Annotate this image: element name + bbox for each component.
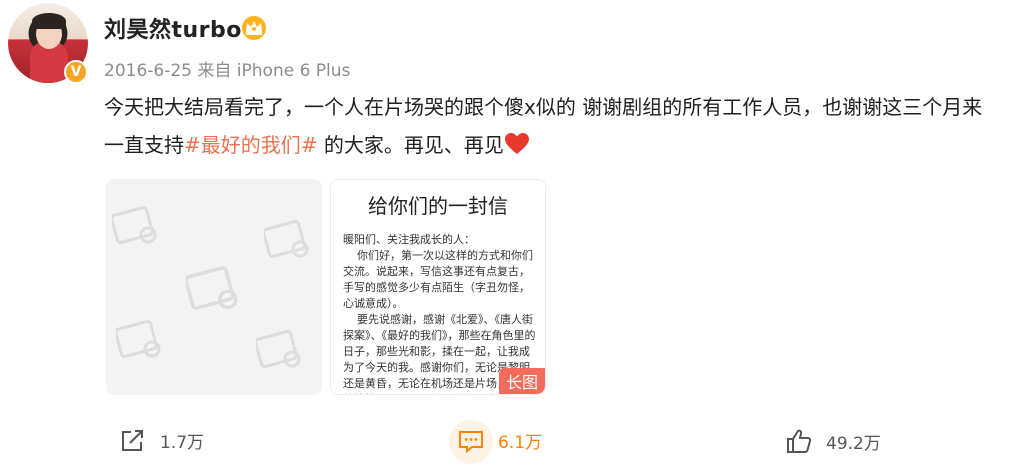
- image-placeholder-icon: [264, 219, 309, 259]
- hashtag-link[interactable]: #最好的我们#: [184, 133, 318, 157]
- repost-icon: [122, 429, 143, 451]
- post-text-after: 的大家。再见、再见: [317, 133, 504, 157]
- avatar-hair: [32, 13, 66, 29]
- long-image-badge: 长图: [498, 368, 545, 394]
- crown-icon[interactable]: [240, 14, 268, 40]
- comment-count: 6.1万: [498, 433, 543, 453]
- image-placeholder-icon: [116, 319, 161, 359]
- image-placeholder-icon: [186, 266, 238, 310]
- repost-button[interactable]: 1.7万: [120, 428, 204, 453]
- username[interactable]: 刘昊然turbo: [104, 12, 242, 44]
- thumbs-up-icon: [787, 429, 812, 453]
- image-placeholder[interactable]: [106, 179, 322, 395]
- image-placeholder-icon: [256, 329, 301, 369]
- like-button[interactable]: 49.2万: [786, 428, 881, 454]
- heart-emoji-icon: [504, 133, 529, 154]
- comment-icon: [459, 430, 483, 453]
- letter-title: 给你们的一封信: [368, 194, 508, 218]
- post-text: 今天把大结局看完了，一个人在片场哭的跟个傻x似的 谢谢剧组的所有工作人员，也谢谢…: [104, 88, 994, 164]
- verified-badge-icon: V: [64, 60, 88, 84]
- comment-button[interactable]: 6.1万: [458, 428, 542, 453]
- letter-image[interactable]: 给你们的一封信 暖阳们、关注我成长的人： 你们好，第一次以这样的方式和你们交流。…: [330, 179, 546, 395]
- post-meta: 2016-6-25 来自 iPhone 6 Plus: [104, 56, 350, 81]
- post-source: 来自 iPhone 6 Plus: [197, 61, 351, 81]
- image-placeholder-icon: [112, 205, 157, 245]
- like-count: 49.2万: [826, 433, 881, 454]
- repost-count: 1.7万: [160, 433, 205, 453]
- post-date: 2016-6-25: [104, 61, 192, 81]
